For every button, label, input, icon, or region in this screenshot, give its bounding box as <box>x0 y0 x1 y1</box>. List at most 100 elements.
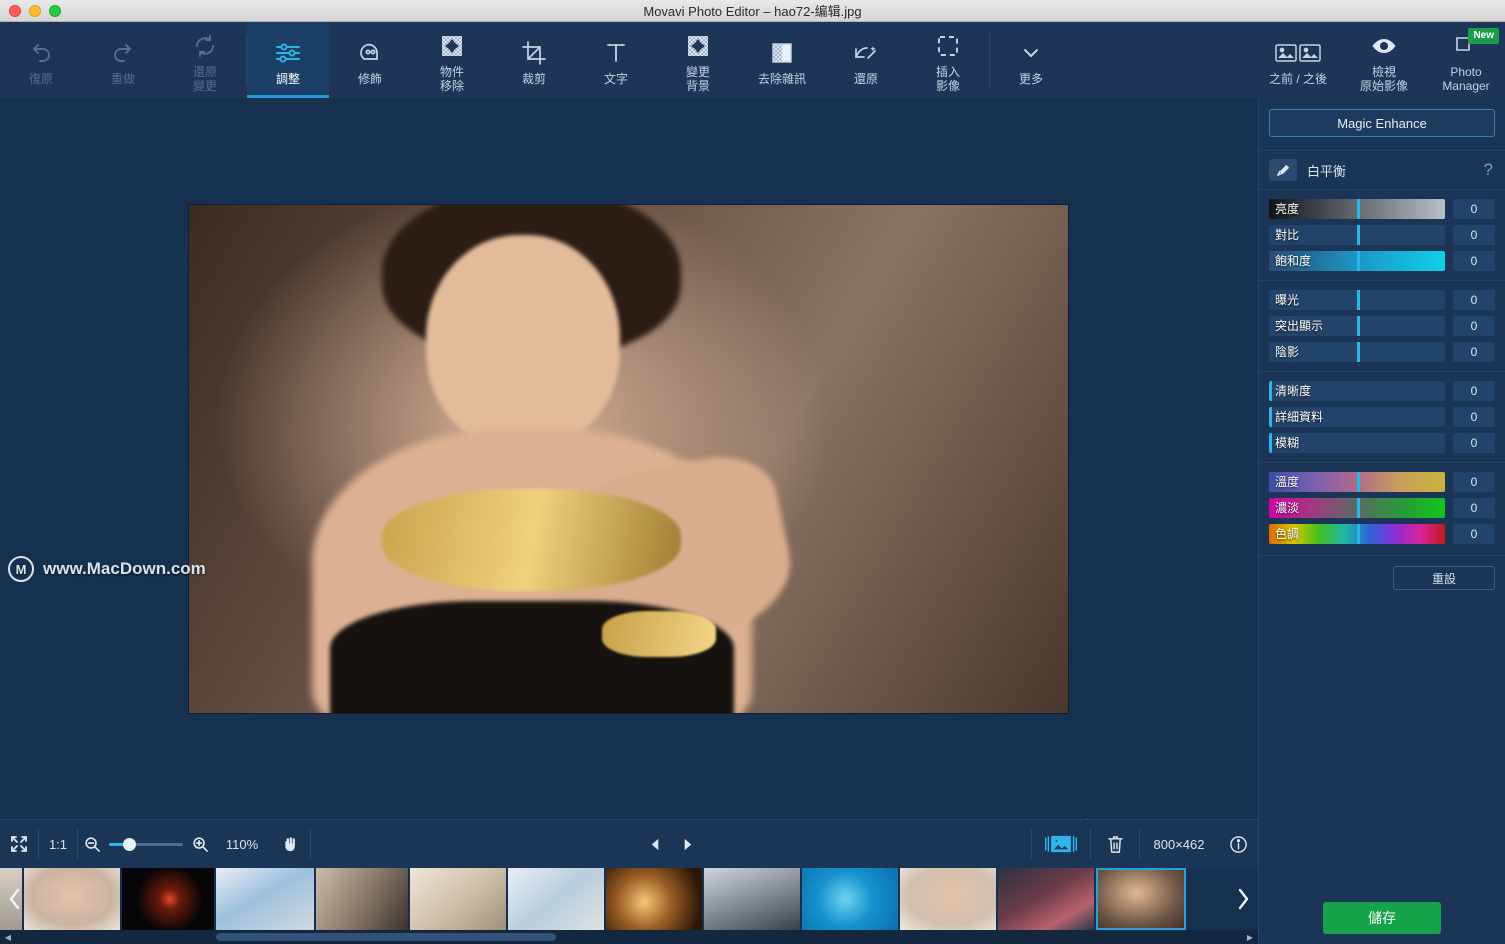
slider-tint-handle[interactable] <box>1357 498 1360 518</box>
scroll-right-icon[interactable]: ▶ <box>1242 930 1258 944</box>
slider-clarity-track[interactable]: 清晰度 <box>1269 381 1445 401</box>
slider-brightness-handle[interactable] <box>1357 199 1360 219</box>
list-item[interactable] <box>606 868 702 930</box>
filmstrip-toggle-icon[interactable] <box>1032 820 1090 869</box>
slider-blur[interactable]: 模糊 0 <box>1269 433 1495 453</box>
list-item[interactable] <box>508 868 604 930</box>
slider-hue-value[interactable]: 0 <box>1453 524 1495 544</box>
toolbar-item-undo[interactable]: 復原 <box>0 22 82 98</box>
slider-highlights-track[interactable]: 突出顯示 <box>1269 316 1445 336</box>
fit-to-screen-button[interactable] <box>0 820 38 869</box>
previous-image-icon[interactable] <box>639 820 671 869</box>
toolbar-item-photo-manager[interactable]: New Photo Manager <box>1427 22 1505 98</box>
slider-saturation-value[interactable]: 0 <box>1453 251 1495 271</box>
slider-contrast-value[interactable]: 0 <box>1453 225 1495 245</box>
slider-temperature-value[interactable]: 0 <box>1453 472 1495 492</box>
slider-contrast-track[interactable]: 對比 <box>1269 225 1445 245</box>
next-image-icon[interactable] <box>671 820 703 869</box>
scroll-left-icon[interactable]: ◀ <box>0 930 16 944</box>
slider-shadows-handle[interactable] <box>1357 342 1360 362</box>
slider-highlights-handle[interactable] <box>1357 316 1360 336</box>
zoom-slider-track[interactable] <box>109 834 183 854</box>
slider-hue-track[interactable]: 色調 <box>1269 524 1445 544</box>
slider-contrast-handle[interactable] <box>1357 225 1360 245</box>
slider-exposure-value[interactable]: 0 <box>1453 290 1495 310</box>
filmstrip-scrollbar-track[interactable] <box>16 930 1242 944</box>
hand-tool-icon[interactable] <box>270 820 310 869</box>
slider-temperature-handle[interactable] <box>1357 472 1360 492</box>
list-item[interactable] <box>316 868 408 930</box>
zoom-in-icon[interactable] <box>186 820 214 869</box>
toolbar-item-view-original[interactable]: 檢視 原始影像 <box>1341 22 1427 98</box>
slider-blur-handle[interactable] <box>1269 433 1272 453</box>
slider-highlights-value[interactable]: 0 <box>1453 316 1495 336</box>
slider-shadows-value[interactable]: 0 <box>1453 342 1495 362</box>
toolbar-item-before-after[interactable]: 之前 / 之後 <box>1255 22 1341 98</box>
toolbar-item-redo[interactable]: 重做 <box>82 22 164 98</box>
slider-saturation-track[interactable]: 飽和度 <box>1269 251 1445 271</box>
list-item[interactable] <box>802 868 898 930</box>
slider-clarity-handle[interactable] <box>1269 381 1272 401</box>
list-item[interactable] <box>24 868 120 930</box>
slider-temperature-track[interactable]: 溫度 <box>1269 472 1445 492</box>
slider-details-handle[interactable] <box>1269 407 1272 427</box>
slider-tint[interactable]: 濃淡 0 <box>1269 498 1495 518</box>
toolbar-item-text[interactable]: 文字 <box>575 22 657 98</box>
toolbar-item-restore[interactable]: 還原 <box>825 22 907 98</box>
list-item-selected[interactable] <box>1096 868 1186 930</box>
list-item[interactable] <box>122 868 214 930</box>
toolbar-item-more[interactable]: 更多 <box>990 22 1072 98</box>
info-icon[interactable] <box>1218 820 1258 869</box>
slider-saturation-handle[interactable] <box>1357 251 1360 271</box>
slider-exposure-track[interactable]: 曝光 <box>1269 290 1445 310</box>
slider-shadows[interactable]: 陰影 0 <box>1269 342 1495 362</box>
slider-details[interactable]: 詳細資料 0 <box>1269 407 1495 427</box>
slider-contrast[interactable]: 對比 0 <box>1269 225 1495 245</box>
slider-details-track[interactable]: 詳細資料 <box>1269 407 1445 427</box>
list-item[interactable] <box>900 868 996 930</box>
slider-saturation[interactable]: 飽和度 0 <box>1269 251 1495 271</box>
slider-details-value[interactable]: 0 <box>1453 407 1495 427</box>
toolbar-item-change-bg[interactable]: 變更 背景 <box>657 22 739 98</box>
slider-exposure-handle[interactable] <box>1357 290 1360 310</box>
slider-shadows-track[interactable]: 陰影 <box>1269 342 1445 362</box>
zoom-slider[interactable] <box>106 820 186 869</box>
filmstrip-scrollbar-thumb[interactable] <box>216 933 556 941</box>
toolbar-item-retouch[interactable]: 修飾 <box>329 22 411 98</box>
edited-photo[interactable] <box>189 205 1068 713</box>
toolbar-item-revert[interactable]: 還原 變更 <box>164 22 246 98</box>
list-item[interactable] <box>998 868 1094 930</box>
slider-hue[interactable]: 色調 0 <box>1269 524 1495 544</box>
filmstrip-thumbnails[interactable] <box>0 868 1186 930</box>
toolbar-item-adjust[interactable]: 調整 <box>247 22 329 98</box>
filmstrip-scrollbar[interactable]: ◀ ▶ <box>0 930 1258 944</box>
slider-exposure[interactable]: 曝光 0 <box>1269 290 1495 310</box>
eyedropper-icon[interactable] <box>1269 159 1297 181</box>
magic-enhance-button[interactable]: Magic Enhance <box>1269 109 1495 137</box>
reset-button[interactable]: 重設 <box>1393 566 1495 590</box>
list-item[interactable] <box>216 868 314 930</box>
chevron-left-icon[interactable] <box>0 868 30 930</box>
slider-blur-value[interactable]: 0 <box>1453 433 1495 453</box>
toolbar-item-crop[interactable]: 裁剪 <box>493 22 575 98</box>
toolbar-item-denoise[interactable]: 去除雜訊 <box>739 22 825 98</box>
zoom-knob[interactable] <box>123 837 136 851</box>
slider-brightness-value[interactable]: 0 <box>1453 199 1495 219</box>
toolbar-item-object-removal[interactable]: 物件 移除 <box>411 22 493 98</box>
save-button[interactable]: 儲存 <box>1323 902 1441 934</box>
list-item[interactable] <box>704 868 800 930</box>
trash-icon[interactable] <box>1091 820 1139 869</box>
slider-highlights[interactable]: 突出顯示 0 <box>1269 316 1495 336</box>
slider-clarity[interactable]: 清晰度 0 <box>1269 381 1495 401</box>
actual-size-button[interactable]: 1:1 <box>39 820 77 869</box>
list-item[interactable] <box>410 868 506 930</box>
zoom-out-icon[interactable] <box>78 820 106 869</box>
chevron-right-icon[interactable] <box>1228 868 1258 930</box>
slider-tint-value[interactable]: 0 <box>1453 498 1495 518</box>
slider-clarity-value[interactable]: 0 <box>1453 381 1495 401</box>
slider-hue-handle[interactable] <box>1357 524 1360 544</box>
editor-canvas[interactable]: M www.MacDown.com <box>0 98 1258 836</box>
toolbar-item-insert-image[interactable]: 插入 影像 <box>907 22 989 98</box>
slider-temperature[interactable]: 溫度 0 <box>1269 472 1495 492</box>
help-icon[interactable]: ? <box>1484 160 1493 180</box>
